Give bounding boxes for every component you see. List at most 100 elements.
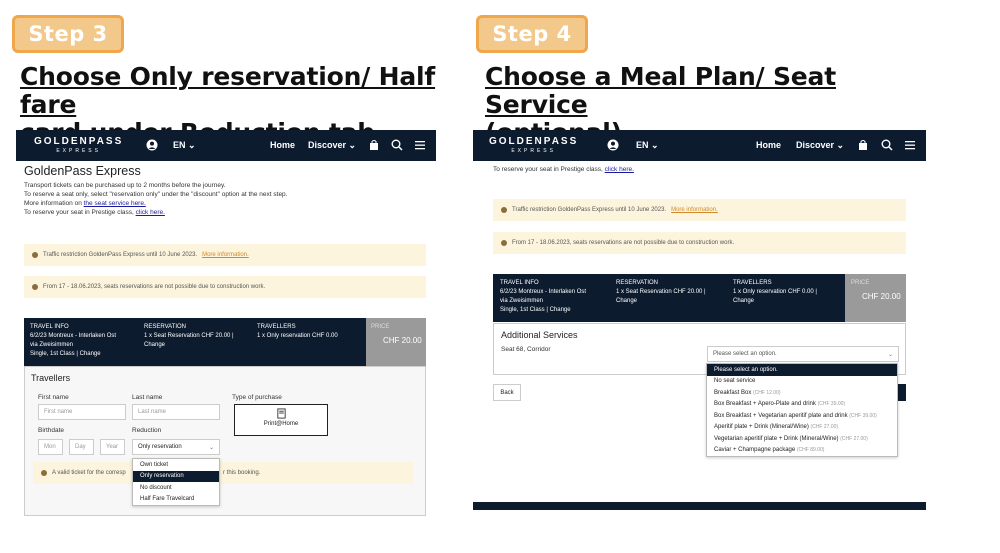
option-price: (CHF 12.00) bbox=[753, 389, 781, 396]
travel-class[interactable]: Single, 1st Class | Change bbox=[30, 350, 116, 359]
birth-year-input[interactable]: Year bbox=[100, 439, 125, 455]
service-option-no-seat-service[interactable]: No seat service bbox=[707, 376, 897, 388]
reduction-option-only-reservation[interactable]: Only reservation bbox=[133, 470, 219, 482]
select-placeholder: Please select an option. bbox=[713, 351, 777, 357]
travel-class[interactable]: Single, 1st Class | Change bbox=[500, 306, 586, 315]
seat-service-link[interactable]: the seat service here. bbox=[84, 200, 146, 207]
price-value: CHF 20.00 bbox=[383, 336, 422, 345]
travellers-panel: Travellers First name First name Last na… bbox=[24, 366, 426, 516]
last-name-input[interactable]: Last name bbox=[132, 404, 220, 420]
user-icon[interactable] bbox=[607, 139, 619, 151]
option-label: Box Breakfast + Apero-Plate and drink bbox=[714, 401, 816, 408]
prestige-link[interactable]: click here. bbox=[136, 209, 165, 216]
birth-month-input[interactable]: Mon bbox=[38, 439, 63, 455]
travellers-header: TRAVELLERS bbox=[733, 280, 772, 286]
seat-label: Seat 68, Corridor bbox=[501, 346, 551, 353]
search-icon[interactable] bbox=[391, 139, 403, 151]
more-info-line: More information on the seat service her… bbox=[24, 199, 424, 208]
service-option-vegetarian-aperitif[interactable]: Vegetarian aperitif plate + Drink (Miner… bbox=[707, 433, 897, 445]
notice-text: Traffic restriction GoldenPass Express u… bbox=[43, 252, 198, 258]
reservation-detail: 1 x Seat Reservation CHF 20.00 | bbox=[616, 289, 706, 295]
prestige-link[interactable]: click here. bbox=[605, 166, 634, 173]
option-label: Caviar + Champagne package bbox=[714, 447, 796, 454]
first-name-label: First name bbox=[38, 394, 69, 401]
reservation-change[interactable]: Change bbox=[144, 341, 234, 350]
language-label: EN bbox=[636, 140, 649, 150]
reservation-info: RESERVATION 1 x Seat Reservation CHF 20.… bbox=[144, 323, 234, 350]
user-icon[interactable] bbox=[146, 139, 158, 151]
first-name-input[interactable]: First name bbox=[38, 404, 126, 420]
service-option-aperitif-plate[interactable]: Aperitif plate + Drink (Mineral/Wine) (C… bbox=[707, 422, 897, 434]
service-option-breakfast-box[interactable]: Breakfast Box (CHF 12.00) bbox=[707, 387, 897, 399]
service-option-placeholder[interactable]: Please select an option. bbox=[707, 364, 897, 376]
intro-line-2: To reserve a seat only, select "reservat… bbox=[24, 191, 288, 198]
info-icon bbox=[32, 252, 38, 258]
travel-route: 6/2/23 Montreux - Interlaken Ost bbox=[30, 333, 117, 339]
booking-summary: TRAVEL INFO 6/2/23 Montreux - Interlaken… bbox=[24, 318, 426, 366]
birth-day-input[interactable]: Day bbox=[69, 439, 94, 455]
seat-service-select[interactable]: Please select an option. ⌄ bbox=[707, 346, 899, 362]
traffic-notice: Traffic restriction GoldenPass Express u… bbox=[24, 244, 426, 266]
more-information-link[interactable]: More information. bbox=[671, 207, 718, 213]
nav-discover[interactable]: Discover ⌄ bbox=[796, 140, 844, 151]
more-info-prefix: More information on bbox=[24, 200, 84, 207]
reduction-option-no-discount[interactable]: No discount bbox=[133, 482, 219, 494]
step3-screenshot: GOLDENPASS EXPRESS EN ⌄ Home Discover ⌄ … bbox=[16, 130, 436, 522]
print-at-home-option[interactable]: Print@Home bbox=[234, 404, 328, 436]
service-option-box-breakfast-vegetarian[interactable]: Box Breakfast + Vegetarian aperitif plat… bbox=[707, 410, 897, 422]
travel-info: TRAVEL INFO 6/2/23 Montreux - Interlaken… bbox=[30, 323, 116, 359]
menu-icon[interactable] bbox=[904, 139, 916, 151]
travellers-detail: 1 x Only reservation CHF 0.00 bbox=[257, 333, 338, 339]
nav-home[interactable]: Home bbox=[270, 140, 295, 150]
notice-text: Traffic restriction GoldenPass Express u… bbox=[512, 207, 667, 213]
service-option-caviar-champagne[interactable]: Caviar + Champagne package (CHF 89.00) bbox=[707, 445, 897, 457]
intro-line-1: Transport tickets can be purchased up to… bbox=[24, 182, 226, 189]
search-icon[interactable] bbox=[881, 139, 893, 151]
menu-icon[interactable] bbox=[414, 139, 426, 151]
nav-discover[interactable]: Discover ⌄ bbox=[308, 140, 356, 151]
language-selector[interactable]: EN ⌄ bbox=[173, 140, 196, 151]
reservation-header: RESERVATION bbox=[144, 324, 187, 330]
reduction-option-own-ticket[interactable]: Own ticket bbox=[133, 459, 219, 471]
step3-heading-line1: Choose Only reservation/ Half fare bbox=[20, 62, 436, 119]
info-icon bbox=[501, 240, 507, 246]
reduction-select[interactable]: Only reservation ⌄ bbox=[132, 439, 220, 455]
page-title: GoldenPass Express bbox=[24, 164, 141, 178]
logo-subtext: EXPRESS bbox=[511, 148, 556, 154]
language-selector[interactable]: EN ⌄ bbox=[636, 140, 659, 151]
birthdate-label: Birthdate bbox=[38, 427, 65, 434]
valid-ticket-notice: A valid ticket for the corresp r this bo… bbox=[33, 462, 413, 484]
goldenpass-logo[interactable]: GOLDENPASS EXPRESS bbox=[34, 136, 123, 154]
info-icon bbox=[32, 284, 38, 290]
cart-icon[interactable] bbox=[368, 139, 380, 151]
logo-text: GOLDENPASS bbox=[34, 136, 124, 147]
valid-notice-start: A valid ticket for the corresp bbox=[52, 470, 126, 476]
booking-summary: TRAVEL INFO 6/2/23 Montreux - Interlaken… bbox=[493, 274, 906, 322]
traffic-notice: Traffic restriction GoldenPass Express u… bbox=[493, 199, 906, 221]
nav-home[interactable]: Home bbox=[756, 140, 781, 150]
option-price: (CHF 39.00) bbox=[817, 401, 846, 408]
travellers-header: TRAVELLERS bbox=[257, 324, 296, 330]
travellers-info: TRAVELLERS 1 x Only reservation CHF 0.00… bbox=[733, 279, 817, 306]
goldenpass-logo[interactable]: GOLDENPASS EXPRESS bbox=[489, 136, 578, 154]
reduction-option-half-fare[interactable]: Half Fare Travelcard bbox=[133, 494, 219, 506]
purchase-type-label: Type of purchase bbox=[232, 394, 282, 401]
language-label: EN bbox=[173, 140, 186, 150]
cart-icon[interactable] bbox=[857, 139, 869, 151]
ticket-print-icon bbox=[276, 408, 286, 419]
travel-via: via Zweisimmen bbox=[30, 342, 74, 348]
more-information-link[interactable]: More information. bbox=[202, 252, 249, 258]
service-option-box-breakfast-apero[interactable]: Box Breakfast + Apero-Plate and drink (C… bbox=[707, 399, 897, 411]
prestige-line: To reserve your seat in Prestige class, … bbox=[493, 165, 634, 174]
travellers-change[interactable]: Change bbox=[733, 297, 817, 306]
logo-subtext: EXPRESS bbox=[56, 148, 101, 154]
reduction-label: Reduction bbox=[132, 427, 162, 434]
back-button[interactable]: Back bbox=[493, 384, 521, 401]
notice-text: From 17 - 18.06.2023, seats reservations… bbox=[43, 284, 266, 290]
reservation-change[interactable]: Change bbox=[616, 297, 706, 306]
price-value: CHF 20.00 bbox=[862, 292, 901, 301]
top-nav: GOLDENPASS EXPRESS EN ⌄ Home Discover ⌄ bbox=[16, 130, 436, 161]
price-header: PRICE bbox=[371, 324, 390, 330]
travellers-info: TRAVELLERS 1 x Only reservation CHF 0.00 bbox=[257, 323, 338, 341]
step4-badge: Step 4 bbox=[476, 15, 588, 53]
